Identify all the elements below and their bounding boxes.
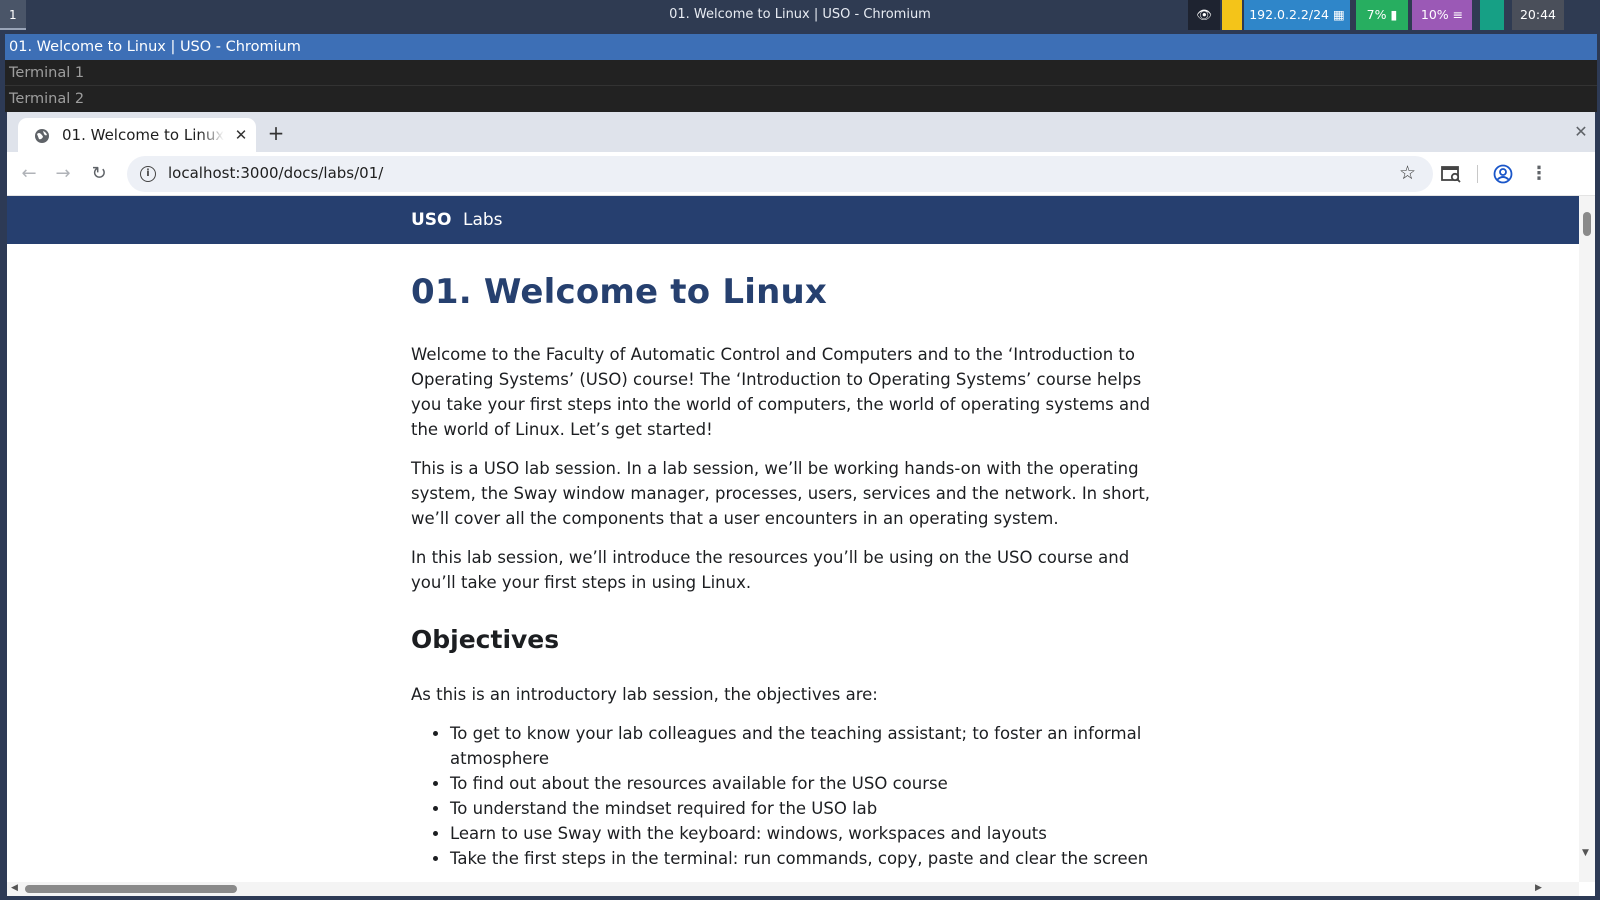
toolbar-divider <box>1477 165 1478 183</box>
stack-title-chromium[interactable]: 01. Welcome to Linux | USO - Chromium <box>5 34 1597 60</box>
search-tabs-icon[interactable] <box>1439 162 1463 186</box>
lab-session-paragraph: This is a USO lab session. In a lab sess… <box>411 459 1151 528</box>
network-status[interactable]: 192.0.2.2/24 ▦ <box>1244 0 1350 30</box>
globe-icon <box>35 129 49 143</box>
menu-kebab-icon[interactable]: ⋮ <box>1527 162 1551 186</box>
window-close-icon[interactable]: ✕ <box>1571 122 1591 142</box>
tab-close-icon[interactable]: ✕ <box>232 126 250 144</box>
tab-strip: 01. Welcome to Linux | USO ✕ + ✕ <box>7 112 1595 152</box>
scroll-down-arrow-icon[interactable]: ▼ <box>1582 848 1589 858</box>
address-bar[interactable]: i localhost:3000/docs/labs/01/ ☆ <box>127 156 1433 192</box>
profile-icon[interactable] <box>1491 162 1515 186</box>
horizontal-scroll-thumb[interactable] <box>25 885 237 893</box>
site-brand-link[interactable]: USO <box>411 210 452 230</box>
vertical-scroll-thumb[interactable] <box>1583 212 1591 236</box>
stack-title-terminal-2[interactable]: Terminal 2 <box>5 86 1597 112</box>
list-item: Learn to use Sway with the keyboard: win… <box>450 821 1171 846</box>
status-bar: 1 01. Welcome to Linux | USO - Chromium … <box>0 0 1600 30</box>
horizontal-scrollbar[interactable]: ◀ ▶ <box>7 882 1579 896</box>
back-arrow-icon[interactable]: ← <box>17 162 41 186</box>
tab-active[interactable]: 01. Welcome to Linux | USO ✕ <box>18 118 256 152</box>
list-item: Take the first steps in the terminal: ru… <box>450 846 1171 871</box>
scroll-left-arrow-icon[interactable]: ◀ <box>11 883 18 893</box>
list-item: To get to know your lab colleagues and t… <box>450 721 1171 771</box>
list-item: To understand the mindset required for t… <box>450 796 1171 821</box>
browser-toolbar: ← → ↻ i localhost:3000/docs/labs/01/ ☆ ⋮ <box>7 152 1595 196</box>
resources-paragraph: In this lab session, we’ll introduce the… <box>411 548 1130 592</box>
intro-paragraph: Welcome to the Faculty of Automatic Cont… <box>411 345 1151 439</box>
objectives-heading: Objectives <box>411 625 560 654</box>
site-info-icon[interactable]: i <box>140 166 156 182</box>
scroll-right-arrow-icon[interactable]: ▶ <box>1535 883 1542 893</box>
bookmark-star-icon[interactable]: ☆ <box>1399 162 1416 184</box>
cpu-status[interactable]: 7% ▮ <box>1356 0 1408 30</box>
forward-arrow-icon[interactable]: → <box>51 162 75 186</box>
article: 01. Welcome to Linux Welcome to the Facu… <box>411 244 1171 871</box>
page-title: 01. Welcome to Linux <box>411 272 828 312</box>
reload-icon[interactable]: ↻ <box>87 162 111 186</box>
browser-window: 01. Welcome to Linux | USO ✕ + ✕ ← → ↻ i… <box>7 112 1595 896</box>
teal-status-block[interactable] <box>1480 0 1504 30</box>
clock[interactable]: 20:44 <box>1512 0 1564 30</box>
idle-inhibitor-indicator[interactable]: 👁 <box>1188 0 1220 30</box>
nav-link-labs[interactable]: Labs <box>463 210 503 230</box>
page-viewport: USO Labs 01. Welcome to Linux Welcome to… <box>7 196 1579 882</box>
objectives-intro: As this is an introductory lab session, … <box>411 685 878 704</box>
list-item: To find out about the resources availabl… <box>450 771 1171 796</box>
vertical-scrollbar[interactable]: ▼ <box>1579 196 1595 882</box>
url-text[interactable]: localhost:3000/docs/labs/01/ <box>168 164 383 182</box>
workspace-button[interactable]: 1 <box>0 0 26 30</box>
new-tab-icon[interactable]: + <box>264 122 288 146</box>
stack-title-terminal-1[interactable]: Terminal 1 <box>5 60 1597 86</box>
site-navbar: USO Labs <box>7 196 1579 244</box>
yellow-status-block[interactable] <box>1222 0 1242 30</box>
objectives-list: To get to know your lab colleagues and t… <box>411 721 1171 871</box>
memory-status[interactable]: 10% ≡ <box>1412 0 1472 30</box>
tab-title: 01. Welcome to Linux | USO <box>62 126 224 144</box>
